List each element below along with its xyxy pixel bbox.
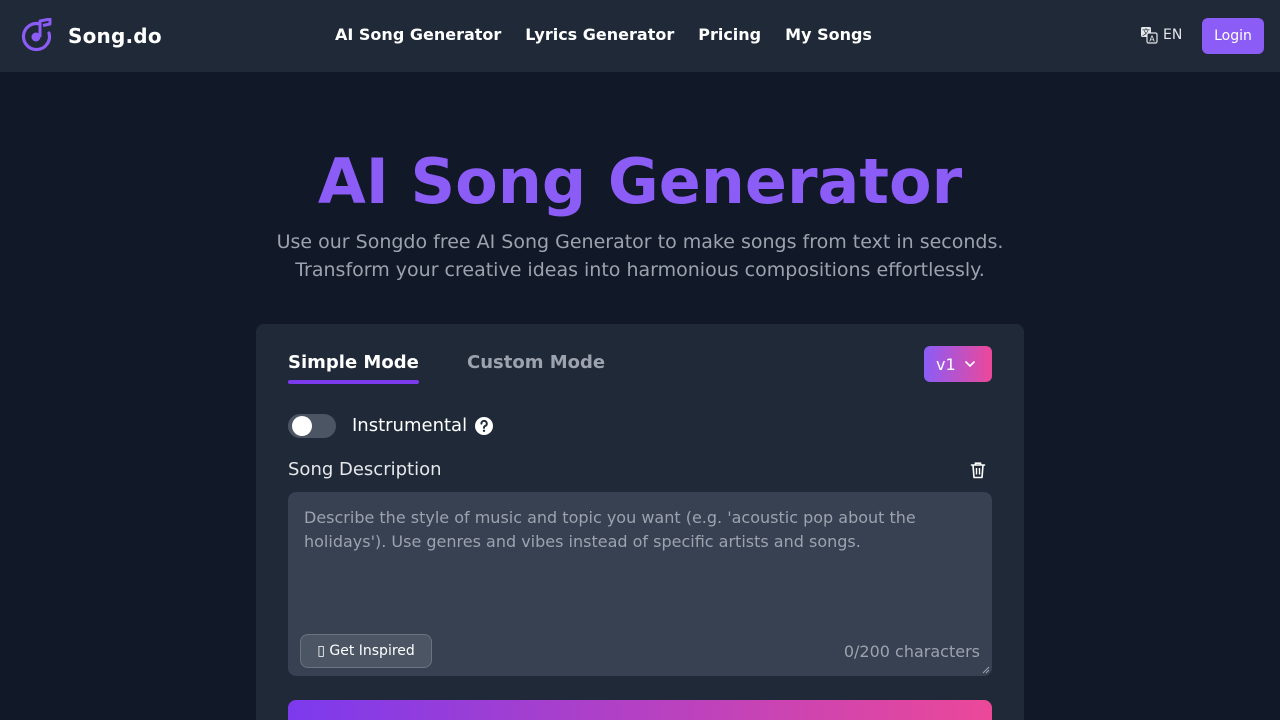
page-title: AI Song Generator — [317, 145, 963, 218]
login-button[interactable]: Login — [1202, 18, 1264, 54]
language-selector[interactable]: 文 A EN — [1140, 26, 1182, 44]
language-label: EN — [1163, 27, 1183, 43]
page-subtitle: Use our Songdo free AI Song Generator to… — [0, 228, 1280, 284]
subtitle-line-1: Use our Songdo free AI Song Generator to… — [276, 231, 1004, 253]
resize-handle-icon[interactable] — [982, 666, 990, 674]
svg-text:A: A — [1149, 35, 1155, 44]
version-select[interactable]: v1 — [924, 346, 992, 382]
tab-simple-mode[interactable]: Simple Mode — [288, 352, 419, 374]
instrumental-label: Instrumental — [352, 415, 468, 436]
brand-name: Song.do — [68, 24, 162, 48]
nav-ai-song-generator[interactable]: AI Song Generator — [335, 24, 501, 46]
nav-my-songs[interactable]: My Songs — [785, 24, 872, 46]
character-count: 0/200 characters — [843, 642, 980, 661]
generate-button[interactable] — [288, 700, 992, 720]
nav-lyrics-generator[interactable]: Lyrics Generator — [525, 24, 674, 46]
main-nav: AI Song Generator Lyrics Generator Prici… — [335, 24, 896, 46]
nav-pricing[interactable]: Pricing — [698, 24, 761, 46]
get-inspired-button[interactable]: ▯ Get Inspired — [300, 634, 432, 668]
description-placeholder: Describe the style of music and topic yo… — [304, 508, 916, 551]
toggle-knob — [292, 416, 312, 436]
brand[interactable]: Song.do — [20, 18, 162, 54]
trash-icon[interactable] — [968, 460, 988, 480]
tab-custom-mode[interactable]: Custom Mode — [467, 352, 605, 374]
active-tab-indicator — [288, 380, 419, 384]
translate-icon: 文 A — [1141, 27, 1158, 44]
help-circle-icon[interactable] — [474, 416, 494, 436]
song-description-label: Song Description — [288, 459, 442, 480]
instrumental-toggle[interactable] — [288, 414, 336, 438]
top-header: Song.do AI Song Generator Lyrics Generat… — [0, 0, 1280, 72]
version-label: v1 — [936, 354, 956, 374]
generator-card: Simple Mode Custom Mode v1 Instrumental … — [256, 324, 1024, 720]
subtitle-line-2: Transform your creative ideas into harmo… — [295, 259, 985, 281]
chevron-down-icon — [964, 361, 975, 368]
song-description-input[interactable]: Describe the style of music and topic yo… — [288, 492, 992, 676]
music-note-logo-icon — [21, 18, 52, 52]
